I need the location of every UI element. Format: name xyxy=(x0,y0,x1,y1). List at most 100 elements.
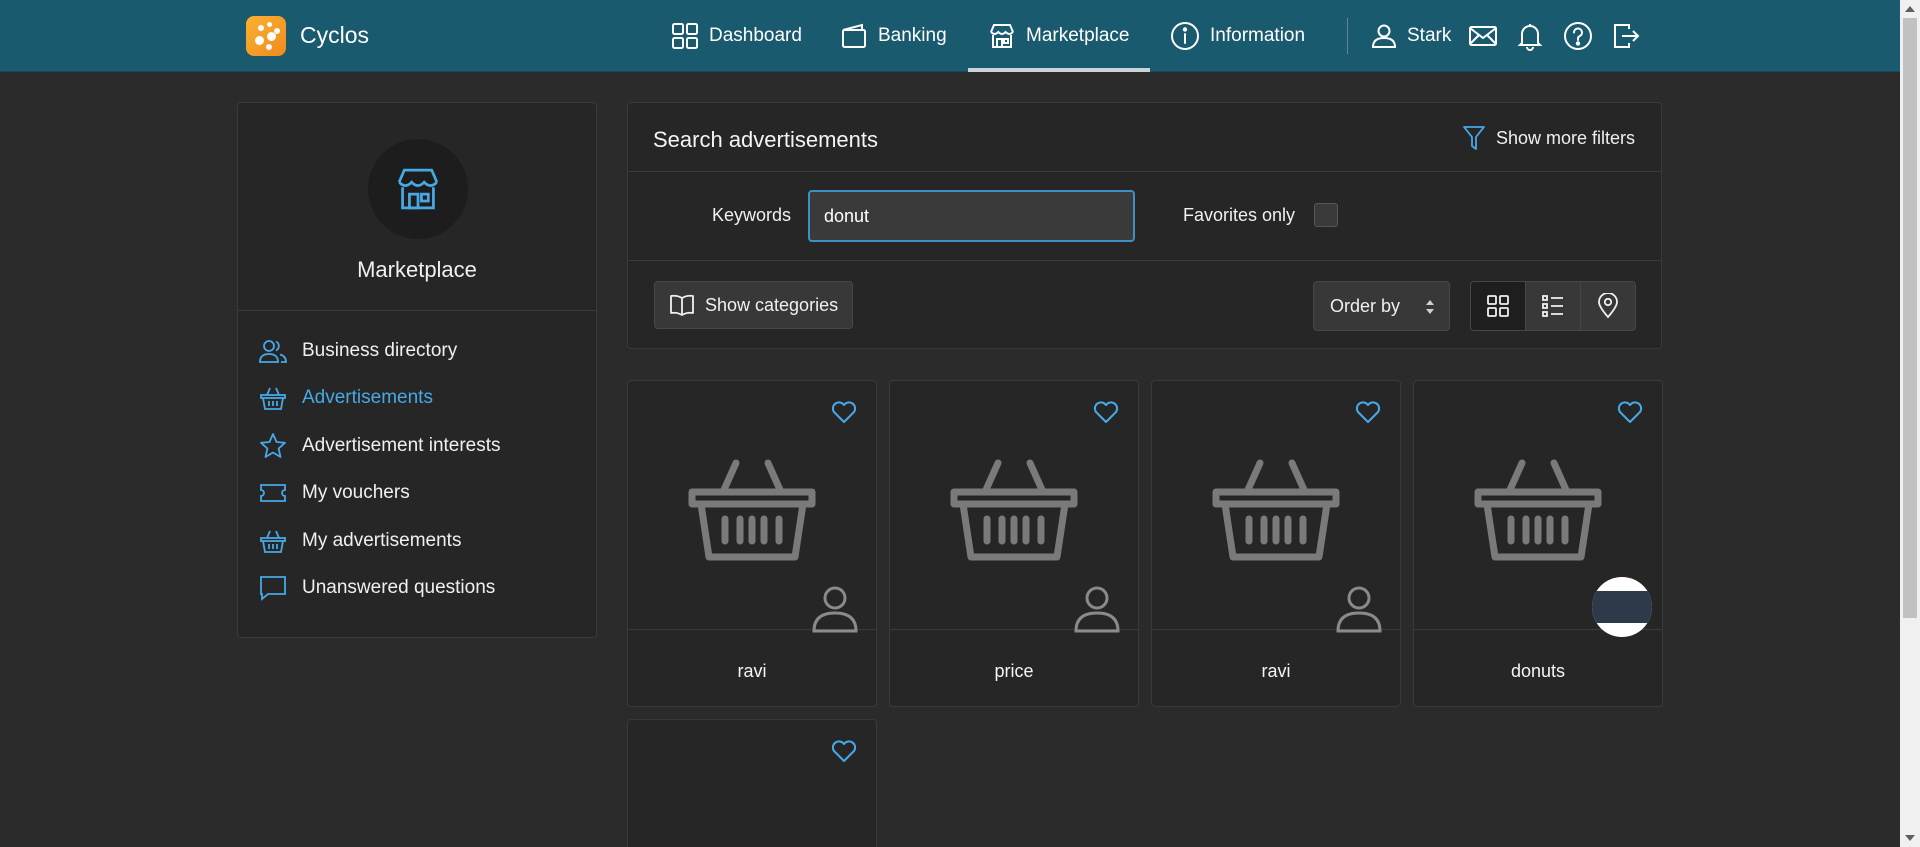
divider xyxy=(628,171,1661,172)
sidebar: Marketplace Business directory Advertise… xyxy=(237,102,597,638)
scroll-up-arrow-icon[interactable] xyxy=(1905,6,1915,12)
divider xyxy=(628,260,1661,261)
top-navigation-bar: Cyclos Dashboard Banking Marketplace Inf… xyxy=(0,0,1900,72)
store-icon xyxy=(990,24,1014,48)
advertisement-title: donuts xyxy=(1510,661,1566,681)
info-icon xyxy=(1171,22,1199,50)
sidebar-menu: Business directory Advertisements Advert… xyxy=(238,311,596,612)
favorite-heart-icon[interactable] xyxy=(1093,400,1119,424)
sidebar-item-label: My vouchers xyxy=(302,482,410,504)
nav-marketplace-label: Marketplace xyxy=(1026,25,1130,46)
advertisement-card[interactable]: price xyxy=(889,380,1139,707)
advertisement-image xyxy=(1414,381,1662,637)
advertisement-image xyxy=(1152,381,1400,633)
chat-icon xyxy=(258,574,288,602)
dashboard-icon xyxy=(672,23,698,49)
sidebar-title: Marketplace xyxy=(357,257,477,282)
basket-placeholder-icon xyxy=(688,459,816,561)
wallet-icon xyxy=(842,23,866,48)
advertisement-title: price xyxy=(994,661,1034,681)
grid-view-button[interactable] xyxy=(1471,282,1526,330)
nav-user-profile[interactable]: Stark xyxy=(1371,0,1451,72)
order-by-label: Order by xyxy=(1330,295,1401,316)
advertisement-title: ravi xyxy=(737,661,767,681)
nav-banking-label: Banking xyxy=(878,25,947,46)
basket-placeholder-icon xyxy=(950,459,1078,561)
favorite-heart-icon[interactable] xyxy=(1617,400,1643,424)
sidebar-item-business-directory[interactable]: Business directory xyxy=(238,327,596,375)
sidebar-item-label: Advertisements xyxy=(302,387,433,409)
view-mode-toggle xyxy=(1470,281,1636,331)
nav-divider xyxy=(1347,18,1348,54)
basket-icon xyxy=(258,385,288,411)
basket-placeholder-icon xyxy=(1212,459,1340,561)
sidebar-item-label: My advertisements xyxy=(302,529,462,551)
advertisement-title: ravi xyxy=(1261,661,1291,681)
keywords-label: Keywords xyxy=(712,205,792,225)
grid-icon xyxy=(1487,295,1509,317)
favorite-heart-icon[interactable] xyxy=(831,739,857,763)
cyclos-logo[interactable] xyxy=(246,16,286,56)
advertisement-card[interactable] xyxy=(627,719,877,847)
messages-icon[interactable] xyxy=(1468,21,1498,51)
favorite-heart-icon[interactable] xyxy=(831,400,857,424)
sidebar-item-label: Business directory xyxy=(302,339,458,361)
map-view-button[interactable] xyxy=(1581,282,1635,330)
favorites-only-label: Favorites only xyxy=(1183,205,1296,225)
nav-information-label: Information xyxy=(1210,25,1306,46)
help-icon[interactable] xyxy=(1563,21,1593,51)
sidebar-item-my-vouchers[interactable]: My vouchers xyxy=(238,470,596,518)
favorites-only-checkbox[interactable] xyxy=(1314,203,1338,227)
owner-user-icon xyxy=(812,586,858,633)
basket-icon xyxy=(258,528,288,554)
sidebar-item-label: Advertisement interests xyxy=(302,434,501,456)
scrollbar-thumb[interactable] xyxy=(1903,18,1917,618)
advertisement-card[interactable]: donuts xyxy=(1413,380,1663,707)
logout-icon[interactable] xyxy=(1611,21,1641,51)
show-categories-button[interactable]: Show categories xyxy=(654,281,854,329)
page-title: Search advertisements xyxy=(653,127,878,152)
sidebar-item-label: Unanswered questions xyxy=(302,577,496,599)
owner-user-icon xyxy=(1336,586,1382,633)
scroll-down-arrow-icon[interactable] xyxy=(1905,835,1915,841)
list-view-button[interactable] xyxy=(1526,282,1581,330)
basket-placeholder-icon xyxy=(1474,459,1602,561)
order-by-select[interactable]: Order by xyxy=(1313,281,1450,331)
user-icon xyxy=(1371,24,1397,48)
sidebar-item-advertisement-interests[interactable]: Advertisement interests xyxy=(238,422,596,470)
filter-icon xyxy=(1463,126,1485,150)
sidebar-header: Marketplace xyxy=(238,103,596,311)
sidebar-item-my-advertisements[interactable]: My advertisements xyxy=(238,517,596,565)
list-icon xyxy=(1542,295,1563,317)
brand-name[interactable]: Cyclos xyxy=(300,22,369,49)
nav-dashboard[interactable]: Dashboard xyxy=(671,0,802,72)
show-categories-label: Show categories xyxy=(705,294,839,315)
nav-dashboard-label: Dashboard xyxy=(709,25,802,46)
page-scrollbar[interactable] xyxy=(1900,0,1920,847)
nav-information[interactable]: Information xyxy=(1170,0,1305,72)
notifications-bell-icon[interactable] xyxy=(1515,21,1545,51)
ticket-icon xyxy=(258,482,288,504)
favorite-heart-icon[interactable] xyxy=(1355,400,1381,424)
sidebar-item-advertisements[interactable]: Advertisements xyxy=(238,375,596,423)
nav-marketplace[interactable]: Marketplace xyxy=(968,0,1150,72)
map-pin-icon xyxy=(1598,293,1618,319)
nav-user-name: Stark xyxy=(1407,25,1452,46)
advertisement-card[interactable]: ravi xyxy=(627,380,877,707)
sidebar-item-unanswered-questions[interactable]: Unanswered questions xyxy=(238,565,596,613)
nav-banking[interactable]: Banking xyxy=(840,0,947,72)
star-icon xyxy=(258,432,288,460)
store-icon xyxy=(397,168,439,210)
sidebar-marketplace-avatar xyxy=(368,139,468,239)
advertisement-image xyxy=(890,381,1138,633)
show-more-filters-button[interactable]: Show more filters xyxy=(1462,125,1635,151)
owner-user-icon xyxy=(1074,586,1120,633)
owner-avatar xyxy=(1592,577,1652,637)
search-panel: Search advertisements Show more filters … xyxy=(627,102,1662,349)
show-more-filters-label: Show more filters xyxy=(1495,127,1635,148)
advertisement-card[interactable]: ravi xyxy=(1151,380,1401,707)
keywords-input[interactable] xyxy=(808,190,1135,242)
users-icon xyxy=(258,338,288,364)
sort-caret-icon xyxy=(1426,300,1434,314)
advertisement-image xyxy=(628,381,876,633)
